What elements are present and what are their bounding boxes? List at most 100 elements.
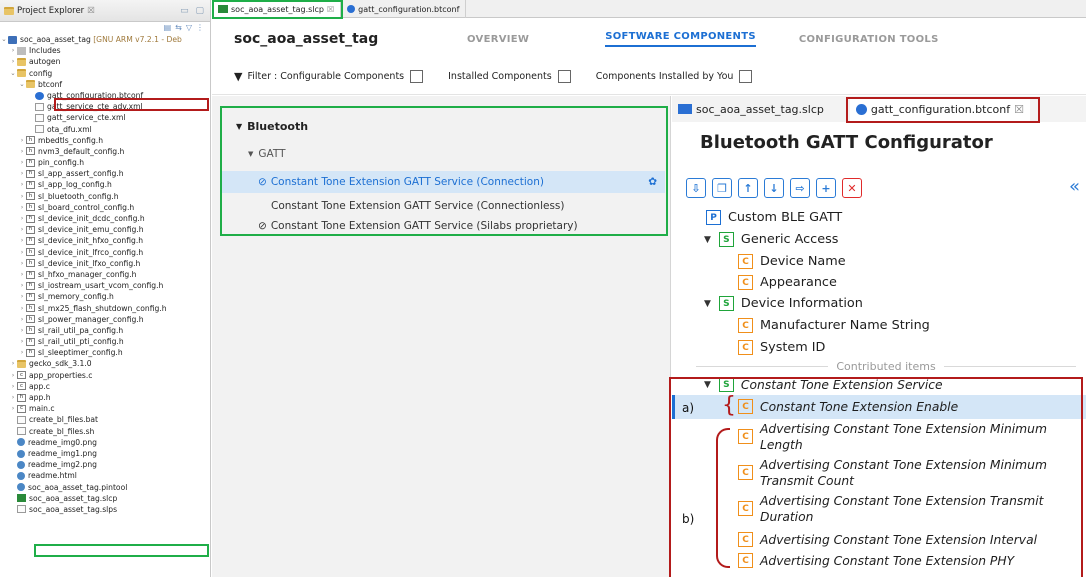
tree-item[interactable]: › h sl_hfxo_manager_config.h bbox=[0, 269, 210, 280]
tree-item[interactable]: › h sl_device_init_lfxo_config.h bbox=[0, 258, 210, 269]
tree-root[interactable]: ⌄ soc_aoa_asset_tag [GNU ARM v7.2.1 - De… bbox=[0, 34, 210, 45]
tree-item[interactable]: › h pin_config.h bbox=[0, 157, 210, 168]
tree-item[interactable]: soc_aoa_asset_tag.slps bbox=[0, 504, 210, 515]
tree-item[interactable]: › c main.c bbox=[0, 403, 210, 414]
chevron-right-icon[interactable]: › bbox=[18, 336, 26, 347]
chevron-right-icon[interactable]: › bbox=[18, 146, 26, 157]
tree-item[interactable]: › h sl_app_assert_config.h bbox=[0, 168, 210, 179]
chevron-right-icon[interactable]: › bbox=[18, 202, 26, 213]
tree-item[interactable]: › h sl_iostream_usart_vcom_config.h bbox=[0, 280, 210, 291]
chevron-right-icon[interactable]: › bbox=[18, 235, 26, 246]
component-item-cte-silabs[interactable]: ⊘ Constant Tone Extension GATT Service (… bbox=[258, 220, 578, 232]
tree-item[interactable]: readme.html bbox=[0, 470, 210, 481]
tree-item[interactable]: › h sl_app_log_config.h bbox=[0, 179, 210, 190]
chevron-down-icon[interactable]: ⌄ bbox=[0, 34, 8, 45]
tree-item[interactable]: soc_aoa_asset_tag.pintool bbox=[0, 482, 210, 493]
chevron-right-icon[interactable]: › bbox=[18, 269, 26, 280]
tree-item[interactable]: › c app.c bbox=[0, 381, 210, 392]
tree-item[interactable]: › h sl_memory_config.h bbox=[0, 291, 210, 302]
tree-item[interactable]: › h nvm3_default_config.h bbox=[0, 146, 210, 157]
tree-item[interactable]: › h sl_rail_util_pti_config.h bbox=[0, 336, 210, 347]
link-editor-icon[interactable]: ⇆ bbox=[175, 22, 182, 34]
tree-item[interactable]: › h sl_device_init_hfxo_config.h bbox=[0, 235, 210, 246]
view-controls[interactable]: ▭ ▢ bbox=[180, 6, 206, 16]
tree-item[interactable]: › h sl_bluetooth_config.h bbox=[0, 191, 210, 202]
tab-software-components[interactable]: SOFTWARE COMPONENTS bbox=[605, 31, 756, 47]
installed-checkbox[interactable] bbox=[557, 70, 571, 83]
collapse-all-icon[interactable]: ▤ bbox=[164, 22, 172, 34]
project-explorer-tab[interactable]: Project Explorer ☒ bbox=[4, 6, 95, 16]
tab-btconf[interactable]: gatt_configuration.btconf bbox=[341, 0, 467, 18]
copy-icon[interactable]: ❐ bbox=[712, 178, 732, 198]
tree-item[interactable]: › h sl_board_control_config.h bbox=[0, 202, 210, 213]
tree-item[interactable]: › h sl_sleeptimer_config.h bbox=[0, 347, 210, 358]
service-device-information[interactable]: ▼ S Device Information bbox=[704, 296, 863, 311]
category-bluetooth[interactable]: ▼ Bluetooth bbox=[236, 120, 308, 133]
tree-item[interactable]: › gecko_sdk_3.1.0 bbox=[0, 358, 210, 369]
tree-item[interactable]: ota_dfu.xml bbox=[0, 124, 210, 135]
tree-item[interactable]: › h app.h bbox=[0, 392, 210, 403]
subcategory-gatt[interactable]: ▼ GATT bbox=[248, 148, 286, 160]
close-icon[interactable]: ☒ bbox=[87, 6, 95, 16]
tree-item[interactable]: readme_img2.png bbox=[0, 459, 210, 470]
chevron-right-icon[interactable]: › bbox=[18, 213, 26, 224]
tree-item[interactable]: create_bl_files.sh bbox=[0, 426, 210, 437]
chevron-right-icon[interactable]: › bbox=[18, 258, 26, 269]
tree-item[interactable]: gatt_service_cte.xml bbox=[0, 112, 210, 123]
chevron-right-icon[interactable]: › bbox=[18, 157, 26, 168]
char-manufacturer-name[interactable]: C Manufacturer Name String bbox=[738, 318, 930, 333]
chevron-right-icon[interactable]: › bbox=[18, 247, 26, 258]
tab-configuration-tools[interactable]: CONFIGURATION TOOLS bbox=[799, 34, 939, 45]
tree-item[interactable]: › h sl_power_manager_config.h bbox=[0, 314, 210, 325]
filter-icon[interactable]: ▽ bbox=[186, 22, 192, 34]
chevron-right-icon[interactable]: › bbox=[18, 191, 26, 202]
move-up-icon[interactable]: ↑ bbox=[738, 178, 758, 198]
tree-item[interactable]: › h sl_mx25_flash_shutdown_config.h bbox=[0, 303, 210, 314]
add-icon[interactable]: + bbox=[816, 178, 836, 198]
delete-icon[interactable]: ✕ bbox=[842, 178, 862, 198]
tree-item[interactable]: › autogen bbox=[0, 56, 210, 67]
chevron-right-icon[interactable]: › bbox=[9, 358, 17, 369]
chevron-right-icon[interactable]: › bbox=[18, 179, 26, 190]
gear-icon[interactable]: ✿ bbox=[648, 176, 657, 188]
tree-item[interactable]: readme_img1.png bbox=[0, 448, 210, 459]
chevron-right-icon[interactable]: › bbox=[18, 291, 26, 302]
tree-item[interactable]: › h sl_rail_util_pa_config.h bbox=[0, 325, 210, 336]
tree-item[interactable]: soc_aoa_asset_tag.slcp bbox=[0, 493, 210, 504]
tree-item[interactable]: › h mbedtls_config.h bbox=[0, 135, 210, 146]
chevron-right-icon[interactable]: › bbox=[9, 381, 17, 392]
tree-item[interactable]: create_bl_files.bat bbox=[0, 414, 210, 425]
chevron-right-icon[interactable]: › bbox=[18, 168, 26, 179]
service-generic-access[interactable]: ▼ S Generic Access bbox=[704, 232, 838, 247]
chevron-right-icon[interactable]: › bbox=[9, 56, 17, 67]
tree-item[interactable]: ⌄ config bbox=[0, 68, 210, 79]
tree-item[interactable]: › h sl_device_init_dcdc_config.h bbox=[0, 213, 210, 224]
char-device-name[interactable]: C Device Name bbox=[738, 254, 846, 269]
tree-item[interactable]: readme_img0.png bbox=[0, 437, 210, 448]
char-system-id[interactable]: C System ID bbox=[738, 340, 825, 355]
chevron-down-icon[interactable]: ⌄ bbox=[18, 79, 26, 90]
chevron-right-icon[interactable]: › bbox=[18, 314, 26, 325]
gatt-root[interactable]: P Custom BLE GATT bbox=[706, 210, 842, 225]
view-menu-icon[interactable]: ⋮ bbox=[196, 22, 204, 34]
configurable-checkbox[interactable] bbox=[410, 70, 424, 83]
chevron-right-icon[interactable]: › bbox=[18, 135, 26, 146]
char-appearance[interactable]: C Appearance bbox=[738, 275, 837, 290]
component-item-cte-connection[interactable]: ⊘ Constant Tone Extension GATT Service (… bbox=[222, 171, 665, 193]
chevron-right-icon[interactable]: › bbox=[18, 224, 26, 235]
tab-slcp-inner[interactable]: soc_aoa_asset_tag.slcp bbox=[672, 97, 830, 121]
chevron-right-icon[interactable]: › bbox=[18, 325, 26, 336]
chevron-right-icon[interactable]: › bbox=[9, 370, 17, 381]
chevron-right-icon[interactable]: › bbox=[9, 392, 17, 403]
tree-item[interactable]: ⌄ btconf bbox=[0, 79, 210, 90]
chevron-down-icon[interactable]: ⌄ bbox=[9, 68, 17, 79]
move-down-icon[interactable]: ↓ bbox=[764, 178, 784, 198]
component-item-cte-connectionless[interactable]: Constant Tone Extension GATT Service (Co… bbox=[271, 200, 564, 212]
tree-item[interactable]: › c app_properties.c bbox=[0, 370, 210, 381]
chevron-right-icon[interactable]: › bbox=[18, 347, 26, 358]
tree-item[interactable]: › h sl_device_init_emu_config.h bbox=[0, 224, 210, 235]
tree-item[interactable]: › Includes bbox=[0, 45, 210, 56]
export-icon[interactable]: ⇨ bbox=[790, 178, 810, 198]
tab-overview[interactable]: OVERVIEW bbox=[467, 34, 529, 45]
tree-item[interactable]: › h sl_device_init_lfrco_config.h bbox=[0, 247, 210, 258]
